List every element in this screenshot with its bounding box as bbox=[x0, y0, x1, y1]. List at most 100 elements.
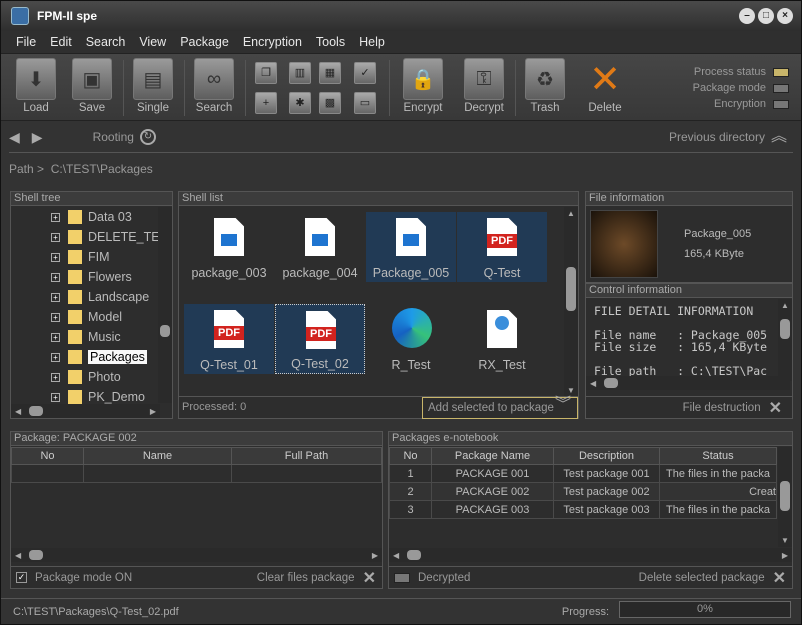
maximize-button[interactable]: □ bbox=[758, 8, 774, 24]
folder-copy-icon[interactable]: ▥ bbox=[289, 62, 311, 84]
scroll-left-icon[interactable]: ◀ bbox=[15, 551, 21, 560]
menu-search[interactable]: Search bbox=[79, 35, 133, 49]
control-info-hscroll-thumb[interactable] bbox=[604, 378, 619, 388]
tree-item[interactable]: + Model bbox=[51, 307, 122, 327]
copy-icon[interactable]: ❐ bbox=[255, 62, 277, 84]
file-tile[interactable]: PDF Q-Test bbox=[457, 212, 547, 282]
trash-button[interactable]: ♻ Trash bbox=[519, 58, 571, 118]
floppy-small-icon[interactable]: ▦ bbox=[319, 62, 341, 84]
forward-arrow-icon[interactable]: ▶ bbox=[32, 129, 43, 146]
tree-vertical-scrollbar[interactable] bbox=[158, 207, 172, 403]
tree-item[interactable]: + FIM bbox=[51, 247, 110, 267]
close-button[interactable]: × bbox=[777, 8, 793, 24]
previous-directory-button[interactable]: Previous directory ︽ bbox=[669, 129, 787, 145]
file-destruction-button[interactable]: File destruction ✕ bbox=[586, 396, 792, 418]
column-status[interactable]: Status bbox=[659, 447, 777, 465]
tree-hscroll-thumb[interactable] bbox=[29, 406, 44, 416]
tree-scroll-thumb[interactable] bbox=[160, 325, 170, 337]
scroll-down-icon[interactable]: ▼ bbox=[567, 386, 575, 395]
menu-file[interactable]: File bbox=[9, 35, 43, 49]
tree-item[interactable]: + DELETE_TES bbox=[51, 227, 168, 247]
checklist-icon[interactable]: ✓ bbox=[354, 62, 376, 84]
file-tile[interactable]: R_Test bbox=[366, 304, 456, 374]
expand-plus-icon[interactable]: + bbox=[51, 252, 60, 262]
delete-button[interactable]: ✕ Delete bbox=[579, 58, 631, 118]
scroll-left-icon[interactable]: ◀ bbox=[15, 407, 21, 416]
file-tile[interactable]: package_003 bbox=[184, 212, 274, 282]
title-bar[interactable]: FPM-II spe – □ × bbox=[1, 1, 801, 31]
column-no[interactable]: No bbox=[11, 447, 84, 465]
expand-plus-icon[interactable]: + bbox=[51, 232, 60, 242]
tools-icon[interactable]: ✱ bbox=[289, 92, 311, 114]
column-description[interactable]: Description bbox=[553, 447, 660, 465]
table-row[interactable]: 1 PACKAGE 001 Test package 001 The files in… bbox=[389, 464, 777, 483]
package-hscrollbar[interactable]: ◀ ▶ bbox=[11, 548, 382, 562]
scroll-right-icon[interactable]: ▶ bbox=[782, 551, 788, 560]
column-name[interactable]: Name bbox=[83, 447, 232, 465]
shell-list-scroll-thumb[interactable] bbox=[566, 267, 576, 311]
menu-view[interactable]: View bbox=[132, 35, 173, 49]
scroll-up-icon[interactable]: ▲ bbox=[567, 209, 575, 218]
menu-tools[interactable]: Tools bbox=[309, 35, 352, 49]
file-tile[interactable]: PDF Q-Test_02 bbox=[275, 304, 365, 374]
expand-plus-icon[interactable]: + bbox=[51, 392, 60, 402]
add-selected-to-package-button[interactable]: Add selected to package ︾ bbox=[422, 397, 578, 419]
rooting-label[interactable]: Rooting bbox=[93, 130, 134, 144]
column-package-name[interactable]: Package Name bbox=[431, 447, 554, 465]
load-button[interactable]: ⬇ Load bbox=[10, 58, 62, 118]
control-info-scrollbar[interactable]: ▲ bbox=[778, 299, 792, 381]
drive-icon[interactable]: ▭ bbox=[354, 92, 376, 114]
file-tile[interactable]: package_004 bbox=[275, 212, 365, 282]
file-tile[interactable]: RX_Test bbox=[457, 304, 547, 374]
control-info-scroll-thumb[interactable] bbox=[780, 319, 790, 339]
expand-plus-icon[interactable]: + bbox=[51, 312, 60, 322]
notebook-scroll-thumb[interactable] bbox=[780, 481, 790, 511]
tree-item[interactable]: + Music bbox=[51, 327, 121, 347]
back-arrow-icon[interactable]: ◀ bbox=[9, 129, 20, 146]
expand-plus-icon[interactable]: + bbox=[51, 212, 60, 222]
grid-icon[interactable]: ▩ bbox=[319, 92, 341, 114]
single-button[interactable]: ▤ Single bbox=[127, 58, 179, 118]
expand-plus-icon[interactable]: + bbox=[51, 292, 60, 302]
tree-item[interactable]: + Flowers bbox=[51, 267, 132, 287]
delete-selected-package-button[interactable]: Delete selected package ✕ bbox=[639, 568, 786, 588]
clear-files-package-button[interactable]: Clear files package ✕ bbox=[257, 568, 376, 588]
table-row[interactable]: 2 PACKAGE 002 Test package 002 Creat bbox=[389, 482, 777, 501]
path-value[interactable]: C:\TEST\Packages bbox=[51, 162, 153, 176]
package-hscroll-thumb[interactable] bbox=[29, 550, 44, 560]
decrypt-button[interactable]: ⚿ Decrypt bbox=[458, 58, 510, 118]
scroll-left-icon[interactable]: ◀ bbox=[393, 551, 399, 560]
scroll-right-icon[interactable]: ▶ bbox=[150, 407, 156, 416]
control-info-hscrollbar[interactable]: ◀ bbox=[586, 376, 790, 390]
scroll-right-icon[interactable]: ▶ bbox=[372, 551, 378, 560]
scroll-down-icon[interactable]: ▼ bbox=[781, 536, 789, 545]
menu-edit[interactable]: Edit bbox=[43, 35, 79, 49]
shell-list-scrollbar[interactable]: ▲ ▼ bbox=[564, 207, 578, 397]
search-button[interactable]: ∞ Search bbox=[188, 58, 240, 118]
expand-plus-icon[interactable]: + bbox=[51, 352, 60, 362]
minimize-button[interactable]: – bbox=[739, 8, 755, 24]
column-no[interactable]: No bbox=[389, 447, 432, 465]
menu-help[interactable]: Help bbox=[352, 35, 392, 49]
expand-plus-icon[interactable]: + bbox=[51, 332, 60, 342]
save-button[interactable]: ▣ Save bbox=[66, 58, 118, 118]
menu-encryption[interactable]: Encryption bbox=[236, 35, 309, 49]
notebook-vscrollbar[interactable]: ▼ bbox=[778, 447, 792, 547]
refresh-icon[interactable]: ↻ bbox=[139, 129, 156, 145]
package-mode-checkbox[interactable]: ✓ bbox=[16, 572, 27, 583]
tree-horizontal-scrollbar[interactable]: ◀ ▶ bbox=[11, 404, 160, 418]
notebook-hscrollbar[interactable]: ◀ ▶ bbox=[389, 548, 792, 562]
add-icon[interactable]: + bbox=[255, 92, 277, 114]
table-row[interactable]: 3 PACKAGE 003 Test package 003 The files in… bbox=[389, 500, 777, 519]
scroll-up-icon[interactable]: ▲ bbox=[781, 301, 789, 310]
encrypt-button[interactable]: 🔒 Encrypt bbox=[397, 58, 449, 118]
tree-item[interactable]: + Data 03 bbox=[51, 207, 132, 227]
file-tile[interactable]: PDF Q-Test_01 bbox=[184, 304, 274, 374]
expand-plus-icon[interactable]: + bbox=[51, 372, 60, 382]
column-full-path[interactable]: Full Path bbox=[231, 447, 382, 465]
notebook-hscroll-thumb[interactable] bbox=[407, 550, 422, 560]
tree-item[interactable]: + Packages bbox=[51, 347, 147, 367]
tree-item[interactable]: + Photo bbox=[51, 367, 121, 387]
file-tile[interactable]: Package_005 bbox=[366, 212, 456, 282]
menu-package[interactable]: Package bbox=[173, 35, 236, 49]
